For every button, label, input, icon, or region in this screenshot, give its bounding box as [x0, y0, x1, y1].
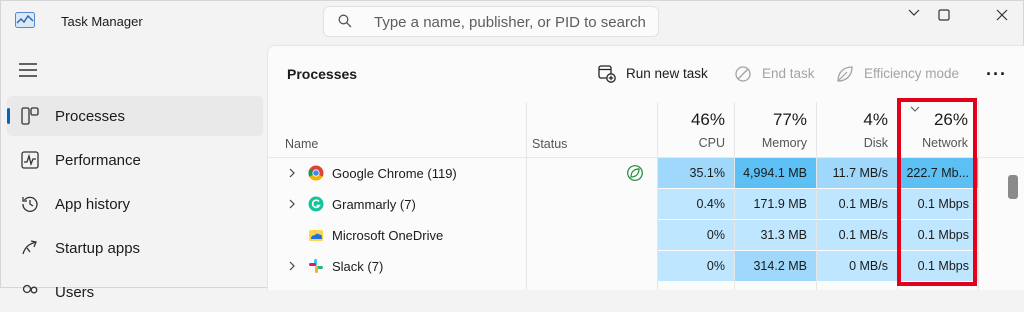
network-column-highlight [897, 98, 977, 286]
close-button[interactable] [979, 1, 1024, 31]
title-bar: Task Manager Type a name, publisher, or … [1, 1, 1024, 41]
users-icon [22, 284, 38, 294]
search-input[interactable]: Type a name, publisher, or PID to search [374, 14, 646, 31]
memory-cell: 171.9 MB [735, 189, 816, 219]
efficiency-mode-label: Efficiency mode [864, 66, 960, 81]
disk-label: Disk [863, 136, 888, 150]
page-title: Processes [287, 66, 358, 82]
onedrive-icon [309, 230, 323, 241]
memory-label: Memory [761, 136, 807, 150]
task-manager-icon [15, 12, 35, 28]
cpu-cell: 0% [658, 251, 734, 281]
performance-icon [21, 151, 39, 169]
startup-apps-icon [22, 240, 37, 255]
memory-cell: 314.2 MB [735, 251, 816, 281]
run-new-task-button[interactable]: Run new task [598, 64, 708, 84]
end-task-label: End task [762, 66, 815, 81]
sidebar-item-users[interactable]: Users [7, 272, 263, 312]
column-header-status[interactable]: Status [532, 137, 567, 151]
memory-cell: 31.3 MB [735, 220, 816, 250]
sidebar-item-app-history[interactable]: App history [7, 184, 263, 224]
efficiency-leaf-icon [627, 165, 643, 181]
sidebar-item-label: Performance [55, 152, 141, 169]
chrome-icon [308, 165, 324, 181]
column-header-disk[interactable]: 4% Disk [817, 102, 898, 158]
cpu-label: CPU [698, 136, 725, 150]
process-name: Grammarly (7) [332, 197, 416, 212]
sidebar-item-label: Processes [55, 108, 126, 125]
maximize-button[interactable] [921, 1, 967, 31]
search-box[interactable]: Type a name, publisher, or PID to search [323, 6, 659, 37]
cpu-cell: 35.1% [658, 158, 734, 188]
cpu-cell: 0.4% [658, 189, 734, 219]
search-icon [338, 14, 352, 28]
memory-cell: 4,994.1 MB [735, 158, 816, 188]
app-history-icon [22, 196, 38, 212]
process-name: Google Chrome (119) [332, 166, 457, 181]
disk-cell: 0 MB/s [817, 251, 897, 281]
efficiency-mode-button[interactable]: Efficiency mode [836, 64, 960, 84]
sidebar-item-startup-apps[interactable]: Startup apps [7, 228, 263, 268]
disk-cell: 0.1 MB/s [817, 189, 897, 219]
sidebar-item-label: App history [55, 196, 131, 213]
disk-total: 4% [863, 110, 888, 129]
cpu-total: 46% [690, 110, 725, 129]
column-header-name[interactable]: Name [285, 137, 318, 151]
sidebar-item-processes[interactable]: Processes [7, 96, 263, 136]
processes-icon [21, 107, 39, 125]
end-task-button[interactable]: End task [734, 64, 815, 84]
chevron-right-icon[interactable] [288, 261, 296, 271]
process-name: Microsoft OneDrive [332, 228, 444, 243]
close-icon [996, 9, 1008, 21]
sidebar-item-label: Startup apps [55, 240, 141, 257]
grammarly-icon [308, 196, 324, 212]
cpu-cell: 0% [658, 220, 734, 250]
column-header-memory[interactable]: 77% Memory [735, 102, 817, 158]
chevron-right-icon[interactable] [288, 199, 296, 209]
leaf-icon [837, 66, 853, 82]
end-task-icon [735, 66, 751, 82]
app-title: Task Manager [61, 14, 143, 29]
chevron-down-icon [908, 9, 920, 16]
sidebar-item-label: Users [55, 284, 95, 301]
run-new-task-label: Run new task [626, 66, 708, 81]
more-options-icon[interactable]: ··· [986, 64, 1007, 85]
maximize-icon [938, 9, 950, 21]
vertical-scrollbar[interactable] [1008, 175, 1018, 199]
hamburger-menu-icon[interactable] [19, 63, 37, 77]
process-name: Slack (7) [332, 259, 384, 274]
sidebar-item-performance[interactable]: Performance [7, 140, 263, 180]
memory-total: 77% [772, 110, 807, 129]
column-header-cpu[interactable]: 46% CPU [658, 102, 735, 158]
active-indicator [7, 108, 10, 124]
run-new-task-icon [598, 65, 616, 83]
disk-cell: 11.7 MB/s [817, 158, 897, 188]
chevron-right-icon[interactable] [288, 168, 296, 178]
slack-icon [309, 259, 323, 273]
disk-cell: 0.1 MB/s [817, 220, 897, 250]
